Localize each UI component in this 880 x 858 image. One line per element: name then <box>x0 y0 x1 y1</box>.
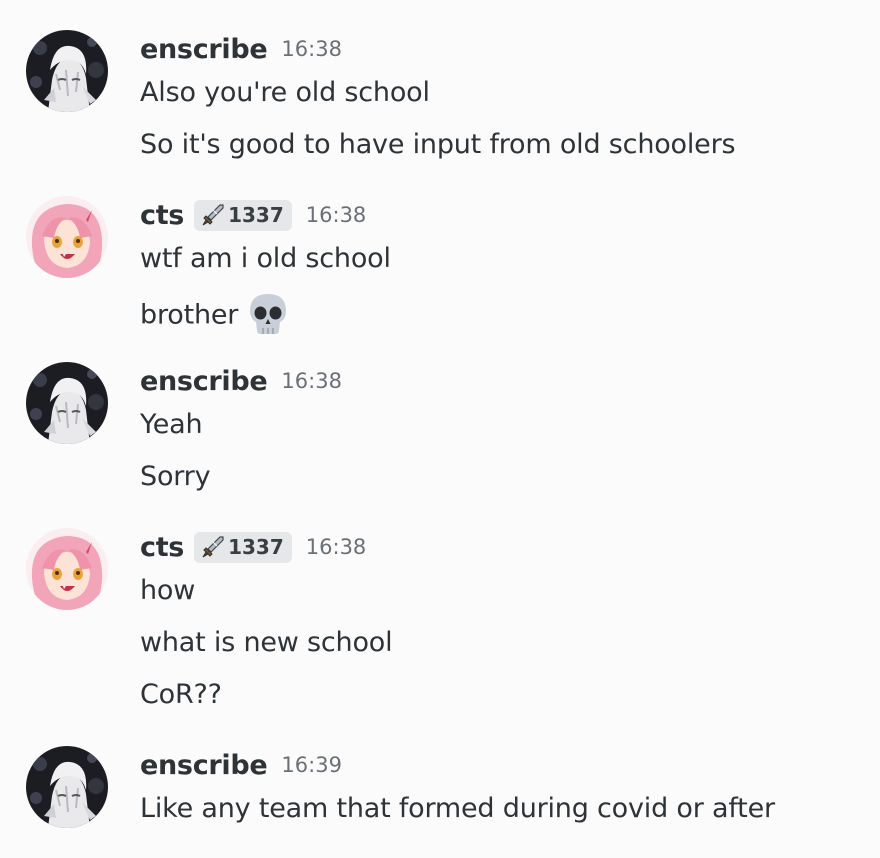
message-text-content: brother <box>140 299 239 331</box>
avatar[interactable] <box>26 746 108 828</box>
message-header: enscribe 16:38 <box>140 32 342 66</box>
chat-log: enscribe 16:38 Also you're old school So… <box>0 0 880 858</box>
message-text: how <box>140 575 196 606</box>
avatar[interactable] <box>26 362 108 444</box>
message-text: CoR?? <box>140 679 222 710</box>
username[interactable]: enscribe <box>140 750 268 781</box>
cts-avatar-icon <box>26 196 108 278</box>
clan-tag[interactable]: 1337 <box>194 531 292 563</box>
timestamp: 16:38 <box>281 37 342 61</box>
message-text: Like any team that formed during covid o… <box>140 793 775 824</box>
clan-tag-label: 1337 <box>228 203 284 227</box>
message-text: Also you're old school <box>140 77 430 108</box>
message-header: enscribe 16:39 <box>140 748 342 782</box>
message-text: Sorry <box>140 461 211 492</box>
message-text: So it's good to have input from old scho… <box>140 129 736 160</box>
message-text: Yeah <box>140 409 203 440</box>
timestamp: 16:38 <box>305 203 367 227</box>
message-text: what is new school <box>140 627 393 658</box>
avatar[interactable] <box>26 528 108 610</box>
clan-tag-label: 1337 <box>228 535 284 559</box>
message-header: cts 1337 16:38 <box>140 530 366 564</box>
username[interactable]: cts <box>140 200 184 231</box>
message-header: enscribe 16:38 <box>140 364 342 398</box>
cts-avatar-icon <box>26 528 108 610</box>
skull-emoji-icon <box>246 292 290 336</box>
sword-icon <box>200 534 226 560</box>
clan-tag[interactable]: 1337 <box>194 199 292 231</box>
enscribe-avatar-icon <box>26 746 108 828</box>
message-header: cts 1337 16:38 <box>140 198 366 232</box>
enscribe-avatar-icon <box>26 30 108 112</box>
message-text: wtf am i old school <box>140 243 391 274</box>
avatar[interactable] <box>26 196 108 278</box>
avatar[interactable] <box>26 30 108 112</box>
timestamp: 16:38 <box>305 535 367 559</box>
username[interactable]: enscribe <box>140 366 268 397</box>
enscribe-avatar-icon <box>26 362 108 444</box>
username[interactable]: enscribe <box>140 34 268 65</box>
timestamp: 16:39 <box>281 753 342 777</box>
sword-icon <box>200 202 226 228</box>
username[interactable]: cts <box>140 532 184 563</box>
message-text: brother <box>140 294 290 338</box>
timestamp: 16:38 <box>281 369 342 393</box>
